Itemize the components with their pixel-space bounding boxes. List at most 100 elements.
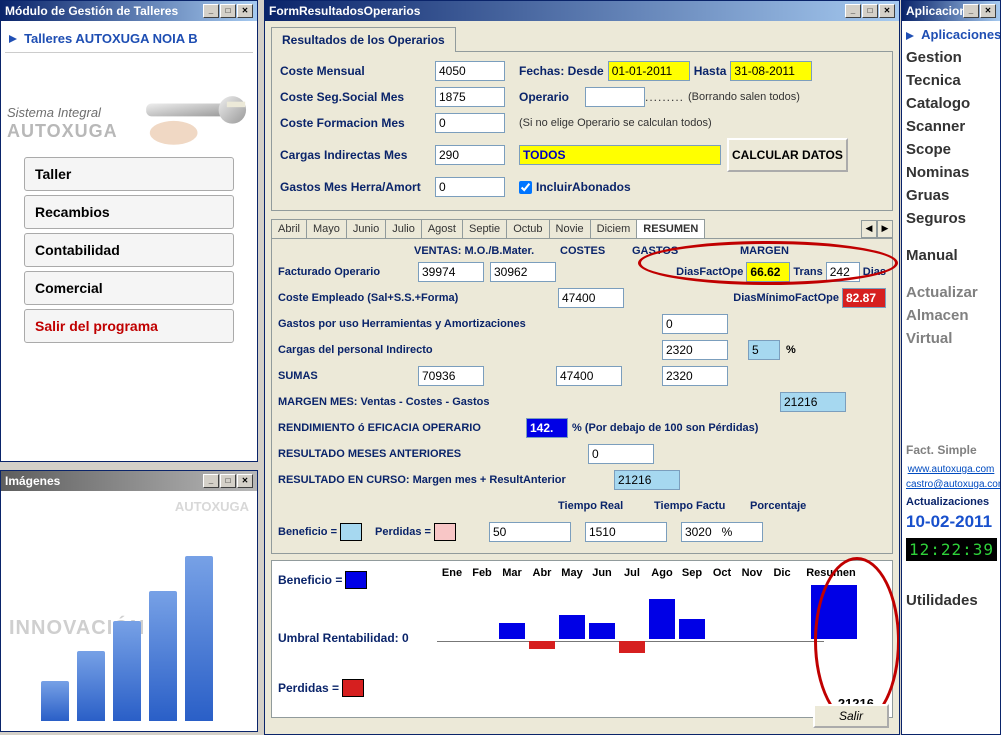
result-curso-field[interactable] — [614, 470, 680, 490]
incluir-abonados-checkbox[interactable] — [519, 181, 532, 194]
app-actualizar[interactable]: Actualizar — [906, 281, 996, 304]
chart-panel: Ene Feb Mar Abr May Jun Jul Ago Sep Oct … — [271, 560, 893, 718]
rendimiento-label: RENDIMIENTO ó EFICACIA OPERARIO — [278, 422, 526, 434]
salir-button[interactable]: Salir — [813, 704, 889, 728]
minimize-icon[interactable]: _ — [203, 474, 219, 488]
app-scanner[interactable]: Scanner — [906, 115, 996, 138]
summary-panel: VENTAS: M.O./B.Mater. COSTES GASTOS MARG… — [271, 239, 893, 554]
tab-abril[interactable]: Abril — [271, 219, 307, 238]
minimize-icon[interactable]: _ — [963, 4, 979, 18]
coste-empleado-field[interactable] — [558, 288, 624, 308]
fact-simple[interactable]: Fact. Simple — [906, 440, 996, 460]
app-catalogo[interactable]: Catalogo — [906, 92, 996, 115]
facturado-mo-field[interactable] — [418, 262, 484, 282]
hdr-margen: MARGEN — [740, 245, 789, 257]
close-icon[interactable]: ✕ — [237, 474, 253, 488]
app-nominas[interactable]: Nominas — [906, 161, 996, 184]
tiempo-factu-label: Tiempo Factu — [654, 500, 750, 512]
diasminimo-field[interactable] — [842, 288, 886, 308]
tab-diciem[interactable]: Diciem — [590, 219, 638, 238]
tab-junio[interactable]: Junio — [346, 219, 386, 238]
gastos-herr-label: Gastos por uso Herramientas y Amortizaci… — [278, 318, 588, 330]
facturado-bm-field[interactable] — [490, 262, 556, 282]
fecha-hasta-field[interactable] — [730, 61, 812, 81]
gastos-herr-field[interactable] — [662, 314, 728, 334]
tab-agost[interactable]: Agost — [421, 219, 463, 238]
app-gruas[interactable]: Gruas — [906, 184, 996, 207]
tab-mayo[interactable]: Mayo — [306, 219, 347, 238]
gastos-ha-label: Gastos Mes Herra/Amort — [280, 180, 435, 194]
bar-ago — [649, 599, 675, 639]
tab-resumen[interactable]: RESUMEN — [636, 219, 705, 238]
app-gestion[interactable]: Gestion — [906, 46, 996, 69]
app-almacen[interactable]: Almacen — [906, 304, 996, 327]
nav-taller[interactable]: Taller — [24, 157, 234, 191]
url-mail[interactable]: castro@autoxuga.com — [906, 479, 996, 490]
cargas-pct-field[interactable] — [748, 340, 780, 360]
close-icon[interactable]: ✕ — [879, 4, 895, 18]
margenmes-label: MARGEN MES: Ventas - Costes - Gastos — [278, 396, 588, 408]
diasfactope-field[interactable] — [746, 262, 790, 282]
logo-area: Sistema Integral AUTOXUGA — [5, 53, 253, 153]
app-virtual[interactable]: Virtual — [906, 327, 996, 350]
trans-label: Trans — [793, 266, 822, 278]
tab-scroll-right-icon[interactable]: ▶ — [877, 220, 893, 238]
calcular-datos-button[interactable]: CALCULAR DATOS — [727, 138, 848, 172]
app-scope[interactable]: Scope — [906, 138, 996, 161]
tab-septie[interactable]: Septie — [462, 219, 507, 238]
fecha-desde-field[interactable] — [608, 61, 690, 81]
coste-mensual-field[interactable] — [435, 61, 505, 81]
beneficio-swatch — [340, 523, 362, 541]
tiempo-real-field[interactable] — [489, 522, 571, 542]
tab-novie[interactable]: Novie — [549, 219, 591, 238]
perdidas-swatch — [434, 523, 456, 541]
sumas-costes-field[interactable] — [556, 366, 622, 386]
nav-comercial[interactable]: Comercial — [24, 271, 234, 305]
nav-contabilidad[interactable]: Contabilidad — [24, 233, 234, 267]
coste-ss-field[interactable] — [435, 87, 505, 107]
app-utilidades[interactable]: Utilidades — [906, 589, 996, 612]
minimize-icon[interactable]: _ — [845, 4, 861, 18]
app-seguros[interactable]: Seguros — [906, 207, 996, 230]
watermark: AUTOXUGA — [175, 499, 249, 514]
dots[interactable]: ......... — [645, 90, 684, 104]
cargas-pers-field[interactable] — [662, 340, 728, 360]
nav-salir[interactable]: Salir del programa — [24, 309, 234, 343]
maximize-icon[interactable]: □ — [220, 4, 236, 18]
cargas-ind-field[interactable] — [435, 145, 505, 165]
sumas-gastos-field[interactable] — [662, 366, 728, 386]
todos-field[interactable] — [519, 145, 721, 165]
url-web[interactable]: www.autoxuga.com — [906, 464, 996, 475]
trans-field[interactable] — [826, 262, 860, 282]
beneficio-label: Beneficio = — [278, 526, 337, 538]
tab-resultados[interactable]: Resultados de los Operarios — [271, 27, 456, 52]
close-icon[interactable]: ✕ — [980, 4, 996, 18]
images-window: Imágenes _ □ ✕ AUTOXUGA INNOVACIÓN — [0, 470, 258, 732]
result-anterior-field[interactable] — [588, 444, 654, 464]
close-icon[interactable]: ✕ — [237, 4, 253, 18]
app-manual[interactable]: Manual — [906, 244, 996, 267]
minimize-icon[interactable]: _ — [203, 4, 219, 18]
coste-form-field[interactable] — [435, 113, 505, 133]
cost-panel: Coste Mensual Fechas: Desde Hasta Coste … — [271, 51, 893, 211]
left-titlebar[interactable]: Módulo de Gestión de Talleres _ □ ✕ — [1, 1, 257, 21]
tab-octub[interactable]: Octub — [506, 219, 549, 238]
margenmes-field[interactable] — [780, 392, 846, 412]
gastos-ha-field[interactable] — [435, 177, 505, 197]
porcentaje-field[interactable] — [681, 522, 763, 542]
operario-field[interactable] — [585, 87, 645, 107]
app-tecnica[interactable]: Tecnica — [906, 69, 996, 92]
rendimiento-field[interactable] — [526, 418, 568, 438]
tab-scroll-left-icon[interactable]: ◀ — [861, 220, 877, 238]
bar-abr — [529, 641, 555, 649]
maximize-icon[interactable]: □ — [862, 4, 878, 18]
coste-mensual-label: Coste Mensual — [280, 64, 435, 78]
pct-symbol: % — [786, 344, 796, 356]
hasta-label: Hasta — [694, 64, 727, 78]
maximize-icon[interactable]: □ — [220, 474, 236, 488]
tiempo-factu-field[interactable] — [585, 522, 667, 542]
nav-recambios[interactable]: Recambios — [24, 195, 234, 229]
upd-label: Actualizaciones — [906, 496, 996, 508]
sumas-ventas-field[interactable] — [418, 366, 484, 386]
tab-julio[interactable]: Julio — [385, 219, 422, 238]
